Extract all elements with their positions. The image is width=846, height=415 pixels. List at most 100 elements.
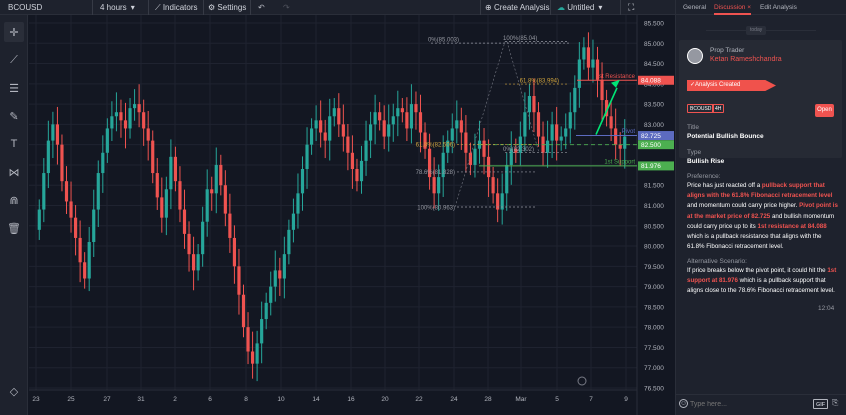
candle-body <box>119 112 123 121</box>
candle-body <box>573 87 577 113</box>
magnet-icon: ⋒ <box>9 194 19 207</box>
candle-body <box>350 152 355 169</box>
candle-body <box>432 177 436 194</box>
candle-body <box>550 124 554 141</box>
plus-circle-icon: ⊕ <box>485 3 494 12</box>
brush-tool[interactable]: ✎ <box>4 106 24 126</box>
candle-body <box>609 116 613 129</box>
candle-body <box>582 47 586 60</box>
candle-body <box>269 286 273 303</box>
tab-edit-analysis[interactable]: Edit Analysis <box>760 0 797 15</box>
y-tick-label: 83.500 <box>644 102 664 109</box>
create-analysis-button[interactable]: ⊕ Create Analysis <box>485 0 550 15</box>
symbol-search[interactable]: BCOUSD <box>8 0 70 15</box>
candle-body <box>618 144 622 149</box>
crosshair-tool[interactable]: ✛ <box>4 22 24 42</box>
settings-button[interactable]: ⚙ Settings <box>208 0 246 15</box>
candle-body <box>614 128 618 145</box>
price-chart[interactable]: 85.50085.00084.50084.00083.50083.00082.5… <box>29 15 674 415</box>
magnet-tool[interactable]: ⋒ <box>4 190 24 210</box>
gif-button[interactable]: GIF <box>813 399 829 409</box>
candle-body <box>196 254 200 271</box>
candle-body <box>400 108 404 113</box>
candle-body <box>151 140 155 174</box>
candle-body <box>300 169 305 194</box>
indicators-button[interactable]: ⟋ Indicators <box>155 0 198 15</box>
tab-discussion[interactable]: Discussion × <box>714 0 752 15</box>
y-tick-label: 81.500 <box>644 183 664 190</box>
redo-button[interactable]: ↷ <box>283 0 290 15</box>
drawing-toolbar: ✛ ⟋ ☰ ✎ T ⋈ ⋒ 🗑 ◇ <box>0 15 28 415</box>
interval-label: 4 hours <box>100 3 127 12</box>
x-tick-label: 28 <box>484 396 492 403</box>
author-name: Ketan Rameshchandra <box>710 56 782 63</box>
x-tick-label: Mar <box>515 396 527 403</box>
candle-body <box>146 128 150 141</box>
candle-body <box>459 120 463 133</box>
candle-body <box>42 173 46 210</box>
x-tick-label: 20 <box>381 396 389 403</box>
tag-interval: 4H <box>712 104 725 113</box>
candle-body <box>319 120 323 133</box>
undo-button[interactable]: ↶ <box>258 0 265 15</box>
attach-icon[interactable]: ⎘ <box>832 398 838 408</box>
tab-general[interactable]: General <box>683 0 706 15</box>
y-tick-label: 81.000 <box>644 203 664 210</box>
candle-body <box>250 351 255 364</box>
fib-label: 100%(85.04) <box>503 36 537 42</box>
y-tick-label: 79.000 <box>644 284 664 291</box>
text-tool[interactable]: T <box>4 134 24 154</box>
y-tick-label: 85.000 <box>644 41 664 48</box>
pattern-tool[interactable]: ⋈ <box>4 162 24 182</box>
tab-close-icon[interactable]: × <box>747 4 751 11</box>
chevron-down-icon: ▾ <box>598 3 603 12</box>
candle-body <box>418 112 423 133</box>
candle-body <box>486 156 491 178</box>
interval-dropdown[interactable]: 4 hours ▾ <box>100 0 146 15</box>
candle-body <box>264 302 268 320</box>
candle-body <box>73 217 78 238</box>
cloud-check-icon: ☁ <box>557 3 568 12</box>
analysis-panel: General Discussion × Edit Analysis today… <box>675 0 846 415</box>
candle-body <box>278 270 282 279</box>
candle-body <box>623 136 627 149</box>
candle-body <box>564 128 568 137</box>
candle-body <box>191 254 196 271</box>
candle-body <box>137 104 141 113</box>
trendline-tool[interactable]: ⟋ <box>4 50 24 70</box>
fib-tool[interactable]: ☰ <box>4 78 24 98</box>
candle-body <box>545 140 550 153</box>
x-tick-label: 7 <box>589 396 593 403</box>
gear-icon: ⚙ <box>208 3 218 12</box>
tag-symbol: BCOUSD <box>687 104 715 113</box>
y-tick-label: 80.000 <box>644 244 664 251</box>
candle-body <box>527 96 532 113</box>
price-axis-tag-label: 84.088 <box>641 78 661 85</box>
candle-body <box>78 237 82 263</box>
open-button[interactable]: Open <box>815 104 834 117</box>
title-value: Potential Bullish Bounce <box>687 133 764 140</box>
body-text: and momentum could carry price higher. <box>687 202 800 210</box>
candle-body <box>201 221 205 255</box>
candle-body <box>536 112 541 137</box>
redo-icon: ↷ <box>283 3 290 12</box>
message-input[interactable] <box>690 398 808 410</box>
layers-icon: ◇ <box>9 385 19 398</box>
candle-body <box>378 112 382 121</box>
layers-button[interactable]: ◇ <box>4 381 24 401</box>
x-tick-label: 24 <box>450 396 458 403</box>
y-tick-label: 79.500 <box>644 264 664 271</box>
price-axis-tag-label: 82.725 <box>641 133 661 140</box>
x-tick-label: 16 <box>347 396 355 403</box>
candle-body <box>87 242 91 279</box>
emoji-icon[interactable]: ☺ <box>679 399 688 408</box>
fullscreen-button[interactable]: ⛶ <box>628 0 634 15</box>
candle-body <box>577 59 581 88</box>
layout-dropdown[interactable]: ☁ Untitled ▾ <box>557 0 602 15</box>
candle-body <box>110 116 114 129</box>
date-chip: today <box>746 26 767 35</box>
candle-body <box>600 79 604 101</box>
candle-body <box>387 124 391 137</box>
delete-tool[interactable]: 🗑 <box>4 218 24 238</box>
body-text: If price breaks below the pivot point, i… <box>687 267 828 274</box>
